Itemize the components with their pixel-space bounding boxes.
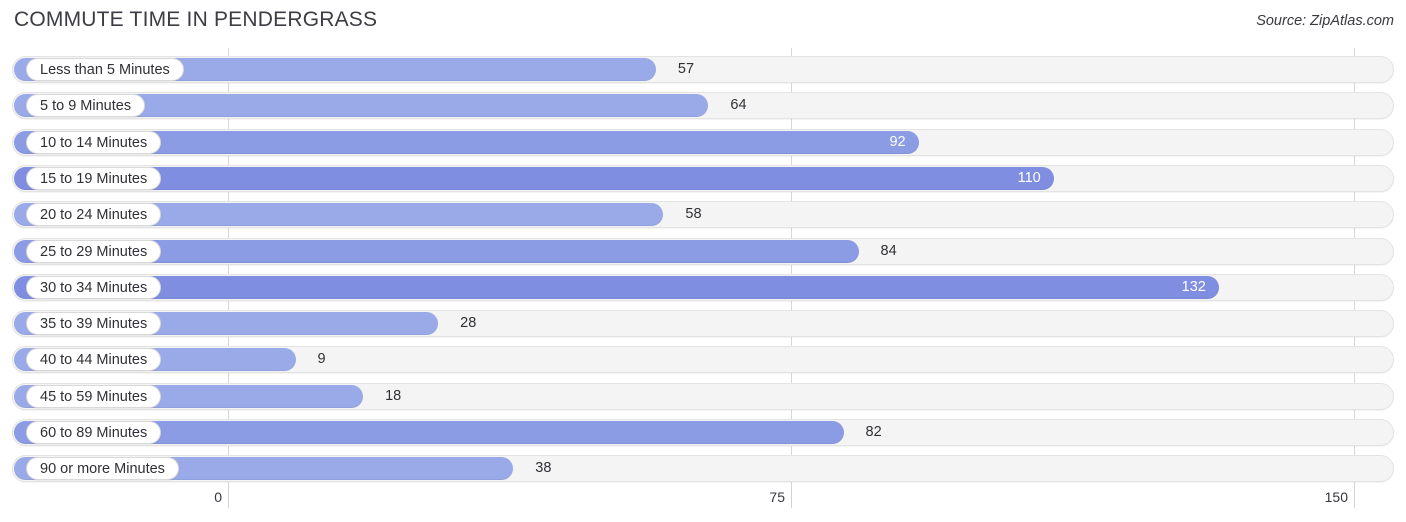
bar-value-label: 82 <box>865 424 882 440</box>
chart-plot-area: 57 Less than 5 Minutes 64 5 to 9 Minutes 92 1… <box>0 48 1406 486</box>
bar-rows: 57 Less than 5 Minutes 64 5 to 9 Minutes 92 1… <box>0 48 1406 486</box>
axis-tick-mark <box>1354 486 1355 508</box>
category-label: 45 to 59 Minutes <box>26 384 162 408</box>
bar-row[interactable]: 110 15 to 19 Minutes <box>12 164 1394 192</box>
bar-row[interactable]: 132 30 to 34 Minutes <box>12 273 1394 301</box>
bar-row[interactable]: 28 35 to 39 Minutes <box>12 310 1394 338</box>
bar-row[interactable]: 9 40 to 44 Minutes <box>12 346 1394 374</box>
category-label: 90 or more Minutes <box>26 457 179 481</box>
category-label: 20 to 24 Minutes <box>26 203 162 227</box>
axis-tick-label: 0 <box>214 489 222 505</box>
bar-value-label: 132 <box>1181 278 1206 295</box>
category-label: 10 to 14 Minutes <box>26 130 162 154</box>
axis-tick-label: 75 <box>769 489 785 505</box>
category-label: Less than 5 Minutes <box>26 58 184 81</box>
x-axis: 0 75 150 <box>0 486 1406 522</box>
axis-tick-mark <box>228 486 229 508</box>
bar-value-label: 84 <box>880 242 897 259</box>
page-title: COMMUTE TIME IN PENDERGRASS <box>14 8 378 31</box>
bar-value-label: 92 <box>889 133 906 150</box>
bar-row[interactable]: 84 25 to 29 Minutes <box>12 237 1394 265</box>
bar-value-label: 57 <box>677 61 695 77</box>
bar-value-label: 9 <box>317 351 326 368</box>
bar-value-label: 64 <box>730 97 747 114</box>
category-label: 40 to 44 Minutes <box>26 348 162 372</box>
bar-fill: 132 <box>14 275 1219 299</box>
bar-row[interactable]: 58 20 to 24 Minutes <box>12 201 1394 229</box>
bar-value-label: 58 <box>685 206 702 223</box>
axis-tick-mark <box>791 486 792 508</box>
bar-row[interactable]: 18 45 to 59 Minutes <box>12 382 1394 410</box>
category-label: 60 to 89 Minutes <box>26 421 162 444</box>
category-label: 25 to 29 Minutes <box>26 239 162 263</box>
bar-value-label: 28 <box>460 315 477 332</box>
bar-row[interactable]: 38 90 or more Minutes <box>12 455 1394 483</box>
bar-value-label: 38 <box>535 460 552 477</box>
category-label: 30 to 34 Minutes <box>26 275 162 299</box>
bar-row[interactable]: 64 5 to 9 Minutes <box>12 92 1394 120</box>
category-label: 35 to 39 Minutes <box>26 312 162 336</box>
axis-tick-label: 150 <box>1324 489 1348 505</box>
bar-value-label: 110 <box>1017 169 1041 186</box>
bar-row[interactable]: 57 Less than 5 Minutes <box>12 56 1394 83</box>
bar-row[interactable]: 92 10 to 14 Minutes <box>12 128 1394 156</box>
category-label: 15 to 19 Minutes <box>26 166 162 190</box>
source-attribution: Source: ZipAtlas.com <box>1256 13 1394 29</box>
bar-row[interactable]: 82 60 to 89 Minutes <box>12 419 1394 446</box>
category-label: 5 to 9 Minutes <box>26 94 146 118</box>
bar-fill: 110 <box>14 166 1054 190</box>
chart-header: COMMUTE TIME IN PENDERGRASS Source: ZipA… <box>0 0 1406 45</box>
bar-value-label: 18 <box>385 387 402 404</box>
